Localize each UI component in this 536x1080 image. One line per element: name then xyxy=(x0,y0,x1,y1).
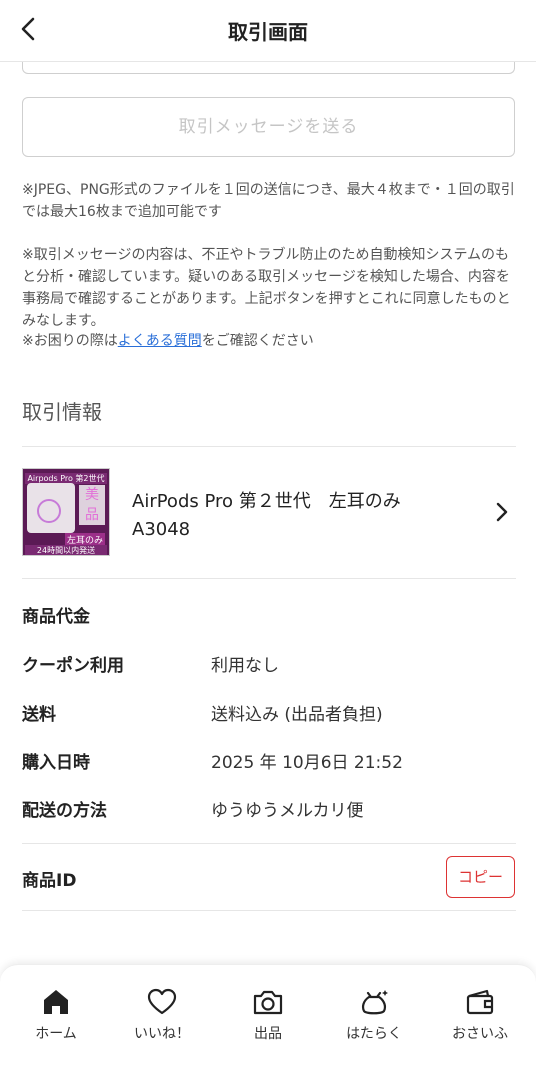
bottom-tab-bar: ホーム いいね！ 出品 はたらく おさいふ xyxy=(0,964,536,1080)
help-prefix: ※お困りの際は xyxy=(22,333,118,349)
shipping-method-label: 配送の方法 xyxy=(22,801,107,821)
shipping-row: 送料 送料込み (出品者負担) xyxy=(22,700,516,730)
tab-home[interactable]: ホーム xyxy=(6,987,106,1043)
shipping-label: 送料 xyxy=(22,705,56,725)
tab-sell[interactable]: 出品 xyxy=(218,987,318,1043)
coupon-value: 利用なし xyxy=(211,656,279,676)
heart-icon xyxy=(147,988,177,1015)
item-id-label: 商品ID xyxy=(22,871,77,891)
highlight-circle xyxy=(37,499,61,523)
purchase-date-value: 2025 年 10月6日 21:52 xyxy=(211,753,403,773)
home-icon xyxy=(44,990,68,1014)
copy-button[interactable]: コピー xyxy=(446,856,515,898)
purchase-date-row: 購入日時 2025 年 10月6日 21:52 xyxy=(22,748,516,778)
item-row[interactable]: Airpods Pro 第2世代 美品 左耳のみ 24時間以内発送 AirPod… xyxy=(22,464,516,558)
camera-icon xyxy=(253,990,283,1015)
thumb-condition-tag: 美品 xyxy=(79,485,105,525)
divider xyxy=(22,910,516,911)
tab-likes[interactable]: いいね！ xyxy=(112,987,212,1043)
page-title: 取引画面 xyxy=(228,20,308,44)
chevron-right-icon xyxy=(496,502,508,522)
divider xyxy=(22,578,516,579)
monitoring-note: ※取引メッセージの内容は、不正やトラブル防止のため自動検知システムのもと分析・確… xyxy=(22,247,511,329)
purchase-date-label: 購入日時 xyxy=(22,753,90,773)
coupon-label: クーポン利用 xyxy=(22,656,124,676)
send-message-button[interactable]: 取引メッセージを送る xyxy=(22,97,515,157)
help-suffix: をご確認ください xyxy=(201,333,314,349)
thumb-caption-bottom: 24時間以内発送 xyxy=(25,545,107,555)
coupon-row: クーポン利用 利用なし xyxy=(22,651,516,681)
tab-label: いいね！ xyxy=(134,1026,190,1042)
tab-label: おさいふ xyxy=(452,1026,508,1042)
tab-label: ホーム xyxy=(35,1026,77,1042)
item-id-row: 商品ID xyxy=(22,866,516,896)
section-title: 取引情報 xyxy=(22,400,102,424)
app-header: 取引画面 xyxy=(0,0,536,62)
file-limit-note: ※JPEG、PNG形式のファイルを１回の送信につき、最大４枚まで・１回の取引では… xyxy=(22,182,515,220)
tab-work[interactable]: はたらく xyxy=(324,987,424,1043)
faq-link[interactable]: よくある質問 xyxy=(118,333,202,349)
divider xyxy=(22,843,516,844)
shipping-value: 送料込み (出品者負担) xyxy=(211,705,383,725)
tab-wallet[interactable]: おさいふ xyxy=(430,987,530,1043)
price-label: 商品代金 xyxy=(22,607,90,627)
work-bag-icon xyxy=(361,990,388,1015)
shipping-method-value: ゆうゆうメルカリ便 xyxy=(211,801,364,821)
item-thumbnail: Airpods Pro 第2世代 美品 左耳のみ 24時間以内発送 xyxy=(22,468,110,556)
help-note: ※お困りの際はよくある質問をご確認ください xyxy=(22,330,516,352)
tab-label: 出品 xyxy=(254,1026,282,1042)
wallet-icon xyxy=(466,989,494,1015)
shipping-method-row: 配送の方法 ゆうゆうメルカリ便 xyxy=(22,796,516,826)
price-row: 商品代金 xyxy=(22,602,516,632)
item-title: AirPods Pro 第２世代 左耳のみ A3048 xyxy=(132,491,419,540)
divider xyxy=(22,446,516,447)
tab-label: はたらく xyxy=(346,1026,402,1042)
